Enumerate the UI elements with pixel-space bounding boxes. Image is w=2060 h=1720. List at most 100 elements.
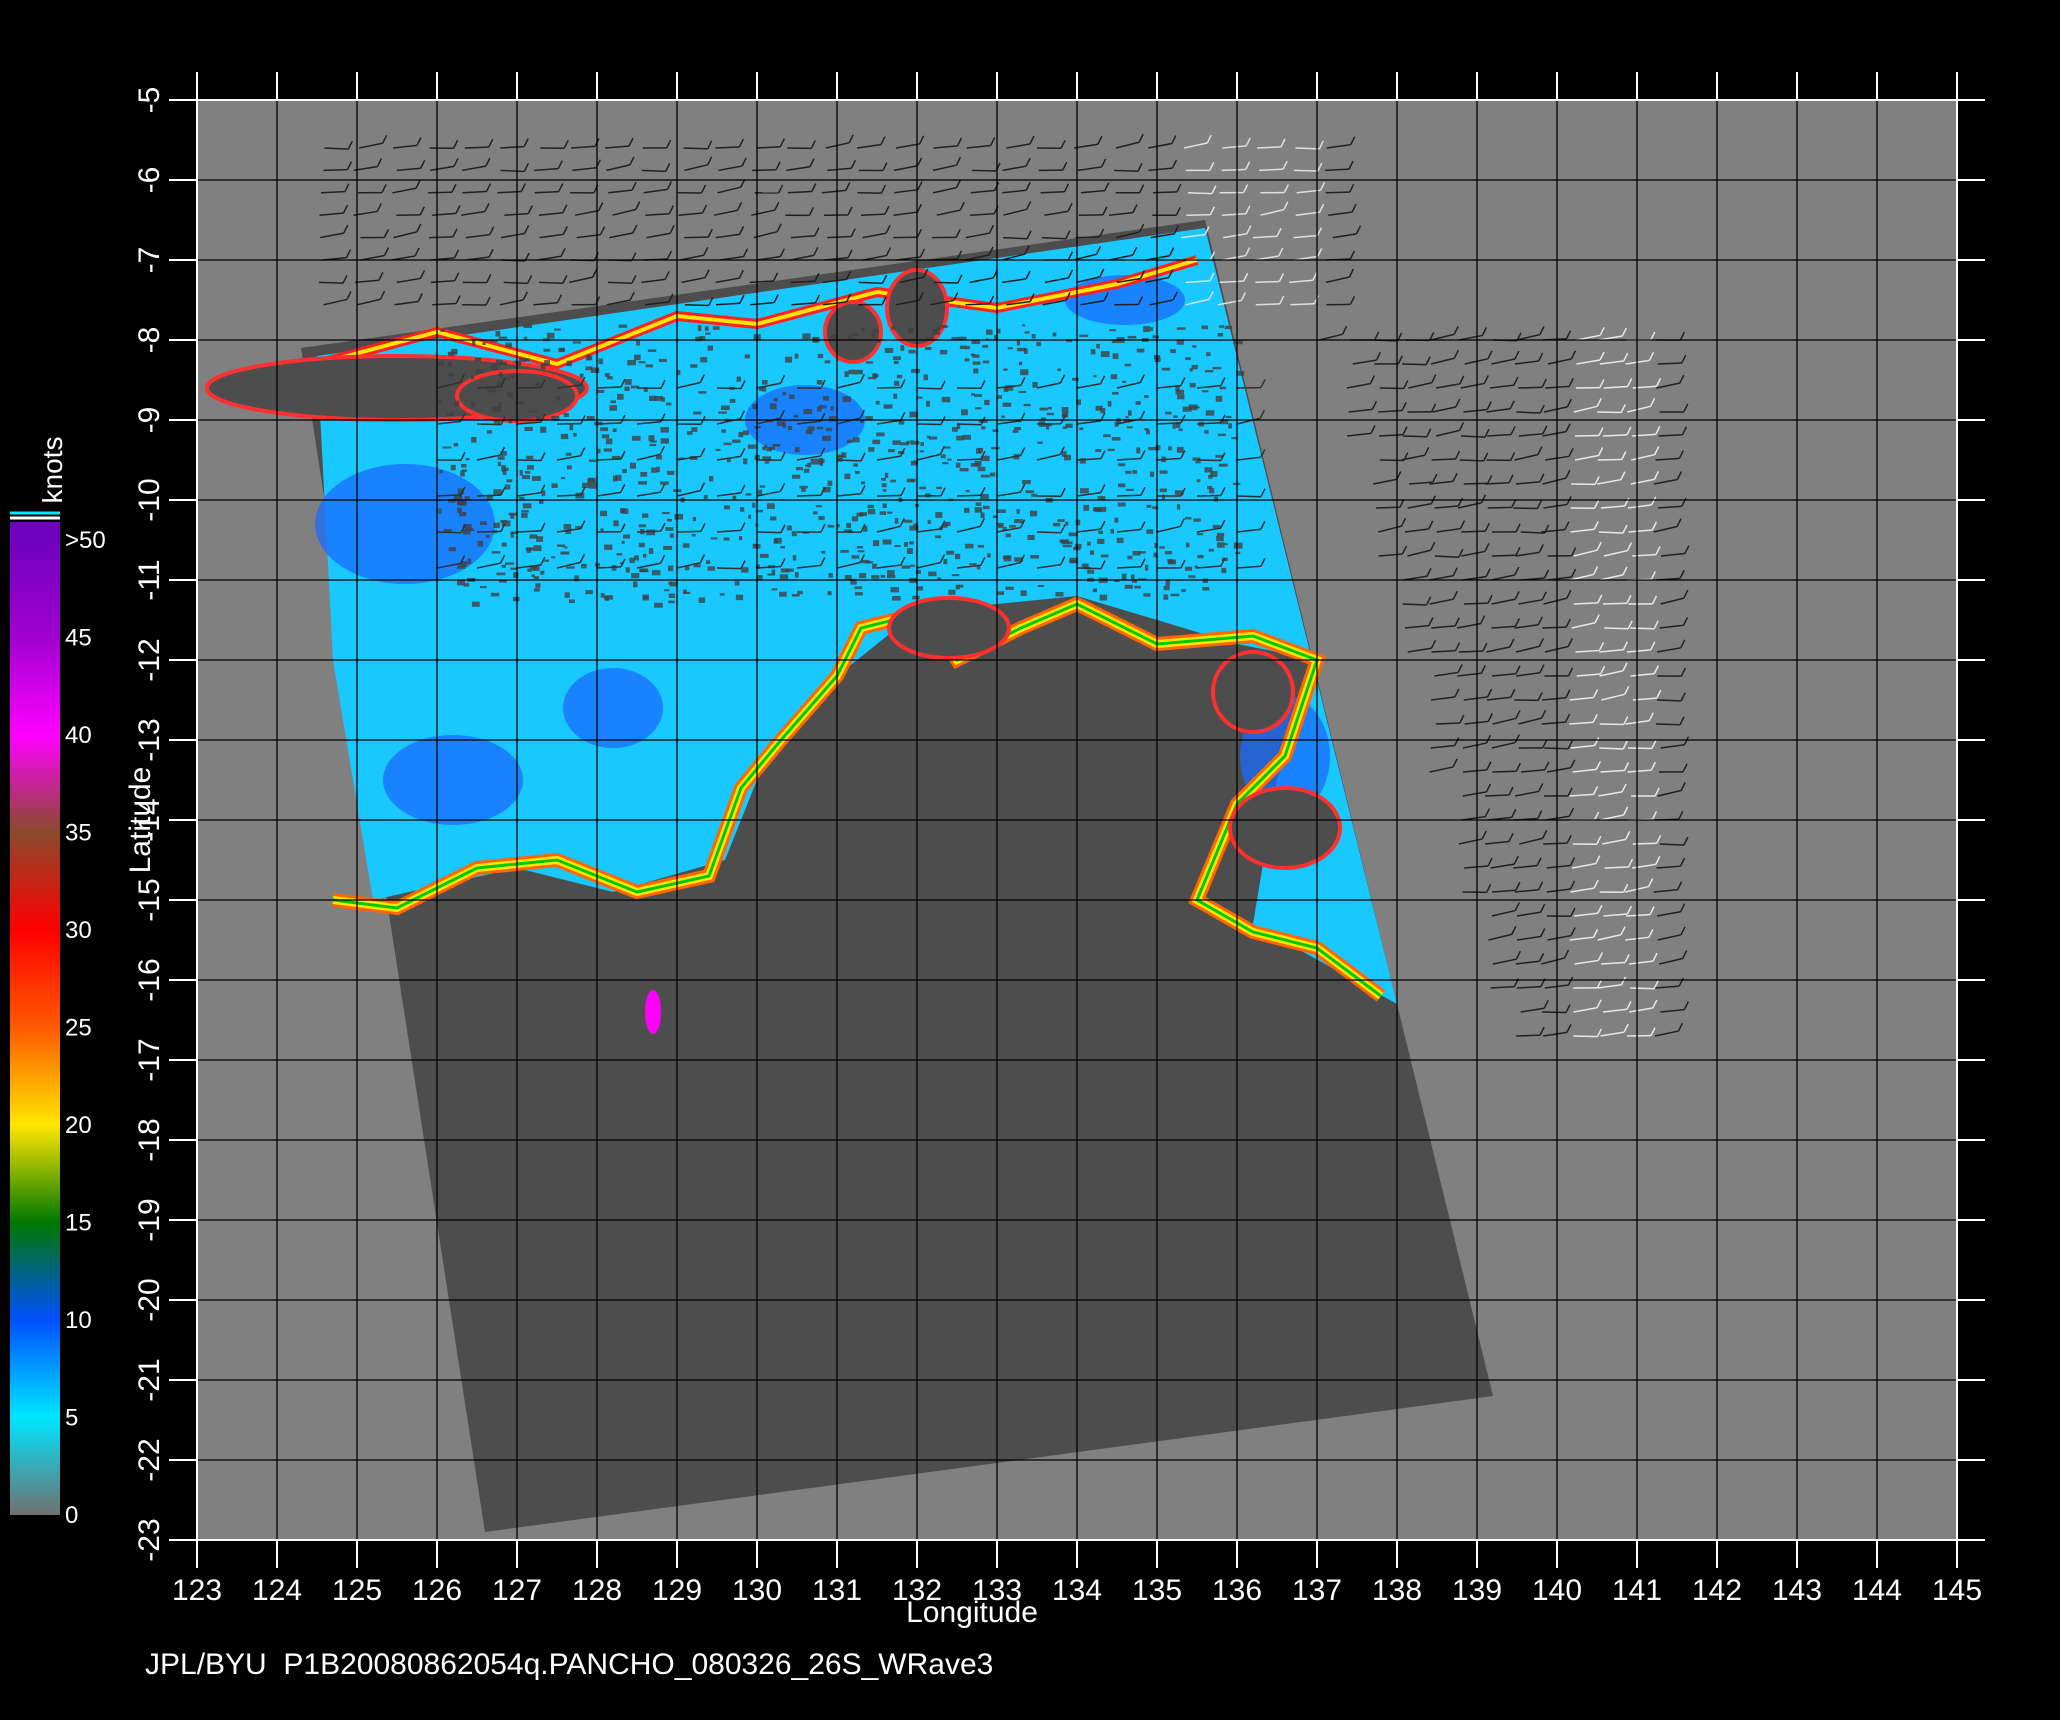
speckle (908, 349, 916, 354)
speckle (453, 442, 459, 447)
speckle (658, 358, 667, 363)
speckle (1039, 407, 1048, 411)
speckle (589, 483, 597, 489)
speckle (649, 395, 657, 402)
speckle (1208, 548, 1215, 552)
lon-tick-label: 144 (1852, 1574, 1902, 1607)
y-axis-label: Latitude (124, 767, 157, 874)
speckle (1124, 584, 1133, 589)
speckle (447, 351, 457, 355)
speckle (1037, 584, 1044, 588)
speckle (642, 553, 647, 558)
lat-tick-label: -12 (133, 638, 166, 681)
speckle (1087, 569, 1095, 574)
speckle (698, 391, 707, 394)
speckle (911, 368, 920, 373)
wind-barb (596, 386, 622, 389)
wind-barb (916, 387, 942, 390)
speckle (1100, 554, 1109, 558)
speckle (505, 342, 512, 348)
speckle (965, 543, 974, 549)
lat-tick-label: -22 (133, 1438, 166, 1481)
speckle (493, 489, 502, 495)
speckle (440, 328, 445, 332)
speckle (879, 511, 887, 515)
speckle (893, 356, 901, 361)
speckle (875, 400, 880, 405)
speckle (872, 563, 877, 569)
wind-barb (715, 146, 740, 149)
speckle (600, 528, 604, 532)
speckle (543, 348, 551, 352)
speckle (752, 403, 757, 409)
speckle (951, 574, 960, 577)
speckle (493, 522, 500, 529)
wind-barb (1236, 495, 1262, 498)
speckle (1228, 423, 1232, 429)
speckle (891, 326, 895, 330)
speckle (529, 534, 538, 539)
speckle (612, 475, 618, 482)
speckle (1020, 590, 1027, 596)
speckle (1176, 327, 1186, 330)
speckle (747, 444, 756, 449)
speckle (718, 411, 727, 414)
speckle (1112, 353, 1119, 360)
speckle (880, 477, 886, 481)
speckle (495, 330, 501, 337)
speckle (926, 400, 930, 407)
speckle (585, 366, 593, 371)
colorbar-segment (10, 832, 60, 930)
speckle (525, 358, 530, 362)
speckle (951, 336, 960, 340)
speckle (745, 493, 752, 496)
speckle (744, 354, 750, 359)
speckle (1165, 411, 1172, 415)
speckle (954, 553, 961, 560)
speckle (894, 518, 899, 524)
speckle (1061, 407, 1069, 413)
speckle (1225, 415, 1232, 419)
wind-map-figure: 0 5 10 15 20 25 30 35 40 45 >50 knots 123 124 125 126 1… (0, 0, 2060, 1720)
speckle (638, 481, 648, 485)
speckle (459, 512, 466, 517)
wind-barb (1255, 303, 1280, 306)
speckle (970, 353, 976, 357)
speckle (480, 586, 487, 589)
wind-barb (1464, 602, 1489, 605)
speckle (780, 568, 790, 573)
speckle (854, 471, 860, 474)
speckle (1097, 538, 1105, 545)
speckle (795, 467, 803, 471)
speckle (723, 442, 732, 446)
speckle (866, 361, 874, 364)
speckle (787, 525, 792, 531)
speckle (691, 427, 698, 432)
speckle (1029, 510, 1038, 517)
speckle (948, 589, 956, 595)
speckle (631, 573, 640, 579)
colorbar-label: 10 (65, 1307, 92, 1334)
speckle (1214, 496, 1219, 502)
speckle (510, 532, 514, 538)
lon-tick-label: 131 (812, 1574, 862, 1607)
speckle (974, 507, 983, 513)
speckle (860, 420, 864, 424)
speckle (565, 452, 572, 456)
speckle (1168, 446, 1172, 451)
speckle (1126, 488, 1134, 491)
lon-tick-label: 140 (1532, 1574, 1582, 1607)
wind-barb (1402, 435, 1427, 438)
lat-tick-label: -16 (133, 958, 166, 1001)
speckle (1117, 502, 1126, 507)
wind-barb (1435, 722, 1460, 725)
speckle (748, 514, 752, 519)
speckle (1201, 390, 1209, 393)
wind-barb (1075, 236, 1100, 239)
wind-barb (1402, 603, 1427, 606)
colorbar-segment (10, 1125, 60, 1223)
speckle (810, 458, 820, 465)
speckle (1114, 517, 1119, 523)
speckle (497, 461, 501, 467)
speckle (893, 360, 899, 365)
